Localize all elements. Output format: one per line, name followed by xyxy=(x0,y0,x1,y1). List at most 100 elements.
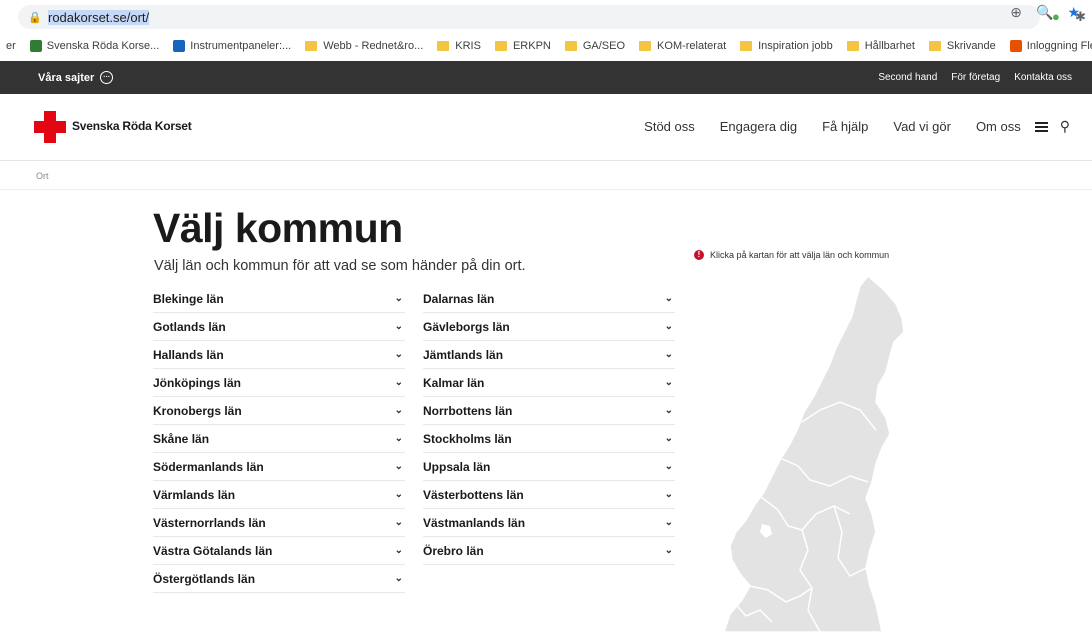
map-hint: ! Klicka på kartan för att välja län och… xyxy=(694,250,889,260)
lock-icon[interactable]: 🔒 xyxy=(28,10,42,24)
chevron-down-icon[interactable]: ⌄ xyxy=(665,517,673,528)
browser-address-bar: 🔒 rodakorset.se/ort/ ⊕ 🔍 ★ ● ✱ xyxy=(0,0,1092,33)
folder-icon xyxy=(740,41,753,51)
chevron-down-icon[interactable]: ⌄ xyxy=(665,545,673,556)
chevron-down-icon[interactable]: ⌄ xyxy=(665,377,673,388)
county-dropdown[interactable]: Gotlands län ⌄ xyxy=(153,313,405,341)
topbar-link-contact[interactable]: Kontakta oss xyxy=(1014,72,1072,83)
chevron-down-icon[interactable]: ⌄ xyxy=(665,405,673,416)
county-dropdown[interactable]: Örebro län ⌄ xyxy=(423,537,675,565)
county-dropdown[interactable]: Värmlands län ⌄ xyxy=(153,481,405,509)
page-subtitle: Välj län och kommun för att vad se som h… xyxy=(154,258,526,274)
bookmark-item[interactable]: Inloggning Flex HRM xyxy=(1009,40,1092,52)
bookmark-label: Svenska Röda Korse... xyxy=(46,40,160,52)
bookmark-item[interactable]: KOM-relaterat xyxy=(639,40,726,52)
county-dropdown[interactable]: Dalarnas län ⌄ xyxy=(423,285,675,313)
bookmark-item[interactable]: GA/SEO xyxy=(564,40,625,52)
bookmark-item[interactable]: Svenska Röda Korse... xyxy=(29,40,160,52)
chevron-down-icon[interactable]: ⌄ xyxy=(665,433,673,444)
chevron-down-icon[interactable]: ⌄ xyxy=(395,573,403,584)
chevron-down-icon[interactable]: ⌄ xyxy=(665,293,673,304)
chevron-down-icon[interactable]: ⌄ xyxy=(395,433,403,444)
county-dropdown[interactable]: Västerbottens län ⌄ xyxy=(423,481,675,509)
url-field[interactable]: 🔒 rodakorset.se/ort/ xyxy=(18,5,1040,29)
bookmark-item[interactable]: Hållbarhet xyxy=(846,40,915,52)
chevron-down-icon[interactable]: ⌄ xyxy=(665,349,673,360)
bookmark-item[interactable]: Webb - Rednet&ro... xyxy=(305,40,423,52)
county-dropdown[interactable]: Blekinge län ⌄ xyxy=(153,285,405,313)
our-sites-menu[interactable]: Våra sajter ··· xyxy=(38,71,114,84)
county-dropdown[interactable]: Kalmar län ⌄ xyxy=(423,369,675,397)
county-dropdown[interactable]: Hallands län ⌄ xyxy=(153,341,405,369)
menu-icon[interactable] xyxy=(1034,121,1048,132)
county-label: Norrbottens län xyxy=(423,403,513,418)
chevron-down-icon[interactable]: ⌄ xyxy=(395,349,403,360)
bookmark-item[interactable]: er xyxy=(6,40,16,52)
chevron-down-icon[interactable]: ⌄ xyxy=(395,545,403,556)
chevron-down-icon[interactable]: ⌄ xyxy=(395,461,403,472)
county-label: Kalmar län xyxy=(423,375,485,390)
url-text[interactable]: rodakorset.se/ort/ xyxy=(48,9,150,25)
topbar-link-for-business[interactable]: För företag xyxy=(951,72,1000,83)
county-dropdown[interactable]: Södermanlands län ⌄ xyxy=(153,453,405,481)
chevron-down-icon[interactable]: ⌄ xyxy=(395,517,403,528)
breadcrumb-item[interactable]: Ort xyxy=(36,171,49,181)
county-label: Kronobergs län xyxy=(153,403,242,418)
nav-item-what-we-do[interactable]: Vad vi gör xyxy=(893,119,951,134)
chevron-down-icon[interactable]: ⌄ xyxy=(395,293,403,304)
site-header: Svenska Röda Korset Stöd oss Engagera di… xyxy=(0,94,1092,161)
bookmark-item[interactable]: Inspiration jobb xyxy=(740,40,833,52)
nav-item-support[interactable]: Stöd oss xyxy=(644,119,695,134)
chevron-down-icon[interactable]: ⌄ xyxy=(395,405,403,416)
folder-icon xyxy=(846,41,859,51)
bookmark-label: KOM-relaterat xyxy=(657,40,727,52)
bookmark-item[interactable]: Skrivande xyxy=(928,40,996,52)
bookmark-item[interactable]: Instrumentpaneler:... xyxy=(173,40,291,52)
county-dropdown[interactable]: Västmanlands län ⌄ xyxy=(423,509,675,537)
county-label: Gävleborgs län xyxy=(423,319,510,334)
map-shape[interactable] xyxy=(723,274,905,632)
county-dropdown[interactable]: Västernorrlands län ⌄ xyxy=(153,509,405,537)
our-sites-label: Våra sajter xyxy=(38,71,95,84)
county-dropdown[interactable]: Östergötlands län ⌄ xyxy=(153,565,405,593)
county-dropdown[interactable]: Västra Götalands län ⌄ xyxy=(153,537,405,565)
search-icon[interactable]: ⚲ xyxy=(1060,118,1070,135)
chevron-down-icon[interactable]: ⌄ xyxy=(665,461,673,472)
county-label: Skåne län xyxy=(153,431,210,446)
county-dropdown[interactable]: Jönköpings län ⌄ xyxy=(153,369,405,397)
red-cross-logo-icon[interactable] xyxy=(34,111,66,143)
county-dropdown[interactable]: Jämtlands län ⌄ xyxy=(423,341,675,369)
county-dropdown[interactable]: Stockholms län ⌄ xyxy=(423,425,675,453)
county-label: Hallands län xyxy=(153,347,224,362)
county-dropdown[interactable]: Norrbottens län ⌄ xyxy=(423,397,675,425)
extension-icon[interactable]: ● xyxy=(1052,9,1060,24)
chevron-down-icon[interactable]: ⌄ xyxy=(395,377,403,388)
folder-icon xyxy=(305,41,318,51)
site-topbar: Våra sajter ··· Second hand För företag … xyxy=(0,61,1092,94)
bookmark-label: er xyxy=(6,40,16,52)
chevron-down-icon[interactable]: ⌄ xyxy=(395,321,403,332)
county-dropdown[interactable]: Kronobergs län ⌄ xyxy=(153,397,405,425)
nav-item-engage[interactable]: Engagera dig xyxy=(720,119,797,134)
county-dropdown[interactable]: Gävleborgs län ⌄ xyxy=(423,313,675,341)
chevron-down-icon[interactable]: ⌄ xyxy=(665,321,673,332)
bookmark-label: Inloggning Flex HRM xyxy=(1026,40,1092,52)
county-label: Södermanlands län xyxy=(153,459,264,474)
zoom-icon[interactable]: 🔍 xyxy=(1036,4,1053,21)
extensions-puzzle-icon[interactable]: ✱ xyxy=(1075,9,1086,25)
chevron-down-icon[interactable]: ⌄ xyxy=(395,489,403,500)
county-dropdown[interactable]: Uppsala län ⌄ xyxy=(423,453,675,481)
nav-item-get-help[interactable]: Få hjälp xyxy=(822,119,868,134)
logo-text[interactable]: Svenska Röda Korset xyxy=(72,119,192,133)
add-icon[interactable]: ⊕ xyxy=(1010,4,1022,21)
bookmark-label: ERKPN xyxy=(512,40,551,52)
sweden-map[interactable] xyxy=(690,270,930,632)
county-dropdown[interactable]: Skåne län ⌄ xyxy=(153,425,405,453)
nav-item-about[interactable]: Om oss xyxy=(976,119,1021,134)
county-label: Dalarnas län xyxy=(423,291,495,306)
bookmark-item[interactable]: KRIS xyxy=(437,40,481,52)
chevron-down-icon[interactable]: ⌄ xyxy=(665,489,673,500)
topbar-link-second-hand[interactable]: Second hand xyxy=(878,72,937,83)
bookmark-item[interactable]: ERKPN xyxy=(494,40,551,52)
county-label: Västernorrlands län xyxy=(153,515,266,530)
